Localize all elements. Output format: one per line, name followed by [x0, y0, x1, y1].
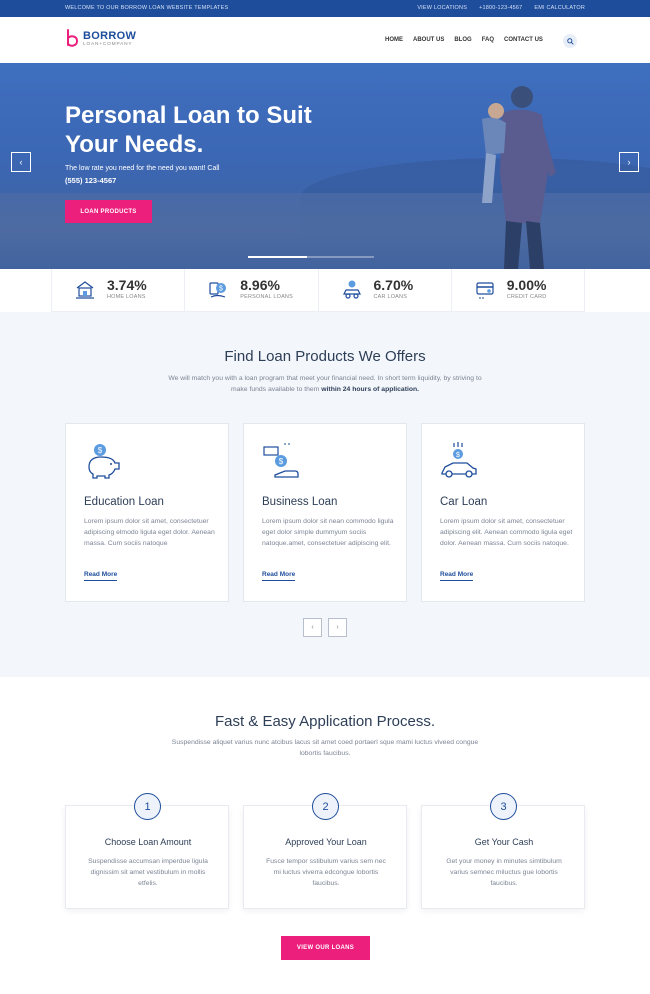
rate-value: 8.96%: [240, 277, 280, 293]
step-text: Fusce tempor sstibulum varius sem nec mi…: [266, 858, 386, 887]
carousel-prev-button[interactable]: ‹: [303, 618, 322, 637]
product-card: $ Car Loan Lorem ipsum dolor sit amet, c…: [421, 423, 585, 602]
piggy-bank-icon: $: [88, 444, 120, 479]
personal-loan-icon: $: [209, 282, 227, 298]
process-step-card: 2 Approved Your Loan Fusce tempor sstibu…: [243, 793, 407, 909]
step-number: 1: [134, 793, 161, 820]
process-step-card: 3 Get Your Cash Get your money in minute…: [421, 793, 585, 909]
car-money-icon: $: [441, 442, 477, 478]
products-description: We will match you with a loan program th…: [165, 373, 485, 395]
chevron-right-icon: ›: [336, 624, 339, 631]
welcome-text: WELCOME TO OUR BORROW LOAN WEBSITE TEMPL…: [65, 5, 229, 11]
step-text: Suspendisse accumsan imperdue ligula dig…: [88, 858, 208, 887]
product-card-text: Lorem ipsum dolor sit amet, consectetuer…: [84, 518, 215, 548]
hero-phone: (555) 123-4567: [65, 176, 117, 185]
read-more-link[interactable]: Read More: [84, 571, 118, 581]
view-our-loans-button[interactable]: VIEW OUR LOANS: [281, 936, 370, 960]
carousel-next-button[interactable]: ›: [328, 618, 347, 637]
svg-text:$: $: [279, 457, 284, 466]
step-number: 3: [490, 793, 517, 820]
process-title: Fast & Easy Application Process.: [214, 713, 436, 730]
chevron-left-icon: ‹: [311, 624, 314, 631]
chevron-left-icon: ‹: [19, 157, 23, 167]
product-card-title: Car Loan: [440, 496, 488, 508]
hero-subtitle: The low rate you need for the need you w…: [65, 165, 220, 172]
rate-label: HOME LOANS: [107, 294, 146, 300]
products-desc-highlight: within 24 hours of application.: [321, 386, 420, 393]
money-hand-icon: $: [263, 443, 299, 478]
brand-name: BORROW: [83, 29, 137, 42]
car-loan-icon: [342, 280, 361, 299]
rate-item: 9.00% CREDIT CARD: [452, 269, 585, 311]
svg-text:$: $: [219, 286, 223, 293]
hero-next-button[interactable]: ›: [619, 152, 639, 172]
search-icon: [566, 37, 574, 45]
rate-label: PERSONAL LOANS: [240, 294, 293, 300]
products-title: Find Loan Products We Offers: [224, 348, 426, 365]
rate-value: 9.00%: [506, 277, 547, 293]
logo-mark-icon: [67, 29, 79, 47]
nav-home[interactable]: HOME: [385, 37, 403, 43]
hero-person-image: [482, 86, 556, 269]
application-process-section: Fast & Easy Application Process. Suspend…: [0, 677, 650, 994]
process-step-card: 1 Choose Loan Amount Suspendisse accumsa…: [65, 793, 229, 909]
phone-link[interactable]: +1800-123-4567: [479, 5, 522, 11]
brand-tagline: LOAN+COMPANY: [83, 41, 133, 47]
rate-value: 3.74%: [107, 277, 147, 293]
hero-slider: Personal Loan to Suit Your Needs. The lo…: [0, 63, 650, 269]
rate-label: CREDIT CARD: [506, 294, 547, 300]
home-loan-icon: [76, 281, 94, 299]
process-description: Suspendisse aliquet varius nunc atcibus …: [171, 739, 479, 757]
nav-about[interactable]: ABOUT US: [413, 37, 444, 43]
credit-card-icon: [476, 282, 494, 299]
top-bar: WELCOME TO OUR BORROW LOAN WEBSITE TEMPL…: [0, 0, 650, 17]
hero-prev-button[interactable]: ‹: [11, 152, 31, 172]
svg-text:$: $: [98, 446, 103, 455]
rate-label: CAR LOANS: [373, 294, 408, 300]
read-more-link[interactable]: Read More: [440, 571, 474, 581]
nav-contact[interactable]: CONTACT US: [504, 37, 543, 43]
view-locations-link[interactable]: VIEW LOCATIONS: [417, 5, 467, 11]
site-header: BORROW LOAN+COMPANY HOME ABOUT US BLOG F…: [0, 17, 650, 63]
product-card: $ Education Loan Lorem ipsum dolor sit a…: [65, 423, 229, 602]
product-card-text: Lorem ipsum dolor sit amet, consectetuer…: [440, 518, 573, 548]
rate-item: 6.70% CAR LOANS: [319, 269, 452, 311]
top-links: VIEW LOCATIONS +1800-123-4567 EMI CALCUL…: [417, 5, 585, 11]
loan-products-button[interactable]: LOAN PRODUCTS: [65, 200, 152, 223]
rate-item: $ 8.96% PERSONAL LOANS: [185, 269, 319, 311]
read-more-link[interactable]: Read More: [262, 571, 296, 581]
main-nav: HOME ABOUT US BLOG FAQ CONTACT US: [385, 37, 543, 43]
step-text: Get your money in minutes simtibulum var…: [446, 858, 562, 887]
nav-faq[interactable]: FAQ: [482, 37, 494, 43]
rate-value: 6.70%: [373, 277, 414, 293]
search-button[interactable]: [563, 34, 577, 48]
product-card-title: Business Loan: [262, 496, 338, 508]
product-card-title: Education Loan: [84, 496, 164, 508]
step-number: 2: [312, 793, 339, 820]
product-card: $ Business Loan Lorem ipsum dolor sit ne…: [243, 423, 407, 602]
step-title: Choose Loan Amount: [104, 837, 192, 847]
loan-products-section: Find Loan Products We Offers We will mat…: [0, 312, 650, 677]
nav-blog[interactable]: BLOG: [454, 37, 471, 43]
product-card-text: Lorem ipsum dolor sit nean commodo ligul…: [262, 518, 394, 548]
rate-item: 3.74% HOME LOANS: [51, 269, 186, 311]
chevron-right-icon: ›: [627, 157, 631, 167]
logo[interactable]: BORROW LOAN+COMPANY: [65, 29, 136, 49]
svg-text:$: $: [456, 452, 460, 459]
step-title: Approved Your Loan: [285, 837, 367, 847]
emi-calculator-link[interactable]: EMI CALCULATOR: [534, 5, 585, 11]
slide-progress-fill: [248, 256, 307, 258]
rates-strip: 3.74% HOME LOANS $ 8.96% PERSONAL LOANS …: [51, 269, 585, 312]
hero-title: Personal Loan to Suit Your Needs.: [65, 102, 312, 158]
step-title: Get Your Cash: [474, 837, 534, 847]
